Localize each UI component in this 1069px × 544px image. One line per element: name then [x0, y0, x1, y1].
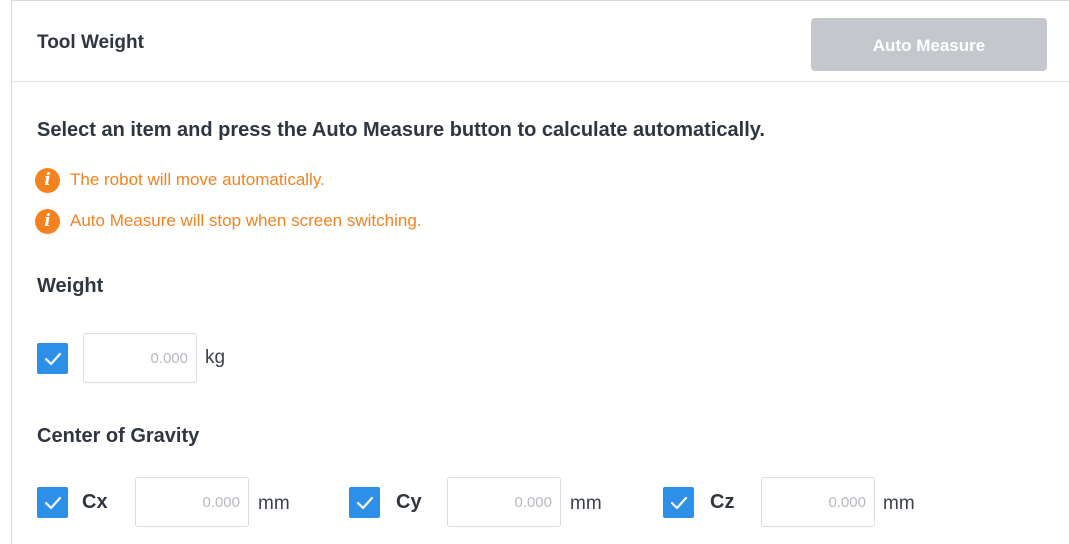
notice-screen-switch: i Auto Measure will stop when screen swi… — [35, 208, 422, 234]
cx-unit: mm — [258, 493, 290, 514]
cog-section-title: Center of Gravity — [37, 425, 200, 447]
checkmark-icon — [670, 496, 687, 509]
cy-unit: mm — [570, 493, 602, 514]
cy-checkbox[interactable] — [349, 487, 380, 518]
weight-unit: kg — [205, 347, 226, 368]
cx-label: Cx — [82, 491, 108, 513]
panel-header: Tool Weight Auto Measure — [12, 1, 1069, 82]
info-icon: i — [35, 167, 60, 193]
notice-text: Auto Measure will stop when screen switc… — [70, 211, 422, 230]
checkmark-icon — [44, 352, 61, 365]
notice-robot-move: i The robot will move automatically. — [35, 167, 325, 193]
notice-text: The robot will move automatically. — [70, 170, 325, 189]
cx-input[interactable] — [135, 477, 249, 527]
tool-weight-panel: Tool Weight Auto Measure Select an item … — [11, 0, 1069, 544]
weight-input[interactable] — [83, 333, 197, 383]
cy-label: Cy — [396, 491, 422, 513]
cz-unit: mm — [883, 493, 915, 514]
cz-label: Cz — [710, 491, 735, 513]
weight-checkbox[interactable] — [37, 343, 68, 374]
cy-input[interactable] — [447, 477, 561, 527]
cx-checkbox[interactable] — [37, 487, 68, 518]
auto-measure-button[interactable]: Auto Measure — [811, 18, 1047, 71]
instruction-text: Select an item and press the Auto Measur… — [37, 119, 765, 141]
weight-section-title: Weight — [37, 275, 104, 297]
checkmark-icon — [356, 496, 373, 509]
checkmark-icon — [44, 496, 61, 509]
cz-input[interactable] — [761, 477, 875, 527]
info-icon: i — [35, 208, 60, 234]
panel-title: Tool Weight — [37, 32, 144, 53]
cz-checkbox[interactable] — [663, 487, 694, 518]
